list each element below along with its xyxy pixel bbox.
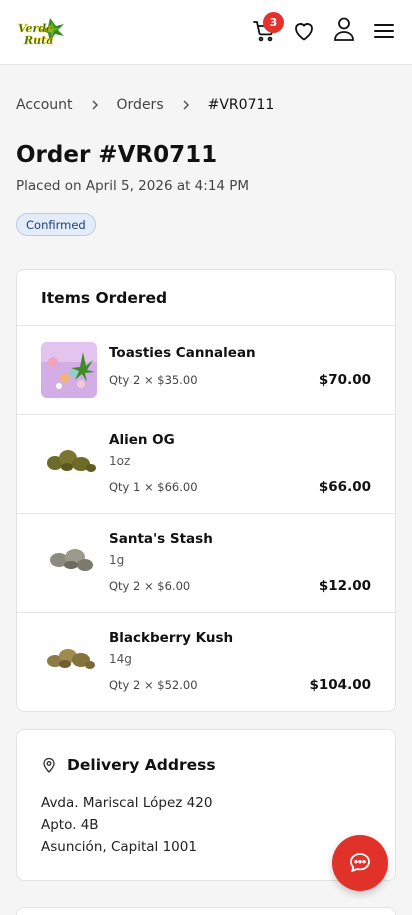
product-image [41,629,97,685]
user-icon[interactable] [331,16,357,42]
item-qty: Qty 1 × $66.00 [109,480,198,494]
breadcrumb-account-link[interactable]: Account [16,97,73,113]
item-variant: 1oz [109,454,131,468]
breadcrumb: Account Orders #VR0711 [16,97,274,113]
item-qty: Qty 2 × $52.00 [109,678,198,692]
delivery-address-title: Delivery Address [67,756,216,774]
items-ordered-card: Items Ordered Toasties Cannalean Qty 2 ×… [16,269,396,712]
order-item: Alien OG 1oz Qty 1 × $66.00 $66.00 [17,415,395,514]
cart-count-badge: 3 [263,12,284,33]
item-qty: Qty 2 × $35.00 [109,373,198,387]
item-name: Santa's Stash [109,531,213,547]
chevron-right-icon [89,99,101,111]
hamburger-menu-icon[interactable] [371,18,397,44]
item-total: $12.00 [318,578,371,594]
svg-text:Ruta: Ruta [23,34,53,47]
location-pin-icon [41,757,57,773]
item-name: Blackberry Kush [109,630,234,646]
items-ordered-heading: Items Ordered [17,270,395,326]
breadcrumb-orders-link[interactable]: Orders [117,97,164,113]
order-item: Toasties Cannalean Qty 2 × $35.00 $70.00 [17,326,395,415]
item-qty: Qty 2 × $6.00 [109,579,191,593]
chevron-right-icon [180,99,192,111]
address-line-2: Apto. 4B [41,817,99,833]
item-total: $104.00 [309,677,372,693]
item-variant: 1g [109,553,125,567]
chat-button[interactable] [332,835,388,891]
order-placed-date: Placed on April 5, 2026 at 4:14 PM [16,178,250,194]
item-name: Alien OG [109,432,175,448]
brand-logo[interactable]: Verde Ruta [16,16,66,48]
order-item: Blackberry Kush 14g Qty 2 × $52.00 $104.… [17,613,395,711]
product-image [41,530,97,586]
address-line-1: Avda. Mariscal López 420 [41,795,213,811]
product-image [41,431,97,487]
product-image [41,342,97,398]
item-total: $66.00 [318,479,371,495]
item-variant: 14g [109,652,132,666]
heart-icon[interactable] [291,18,317,44]
site-header: Verde Ruta 3 [0,0,412,65]
item-total: $70.00 [318,372,371,388]
breadcrumb-current: #VR0711 [207,97,275,113]
chat-bubble-icon [350,853,370,872]
next-card [16,907,396,915]
order-item: Santa's Stash 1g Qty 2 × $6.00 $12.00 [17,514,395,613]
status-badge: Confirmed [16,213,96,236]
item-name: Toasties Cannalean [109,345,256,361]
address-line-3: Asunción, Capital 1001 [41,839,197,855]
delivery-address-heading: Delivery Address [41,756,216,774]
page-title: Order #VR0711 [16,142,218,168]
